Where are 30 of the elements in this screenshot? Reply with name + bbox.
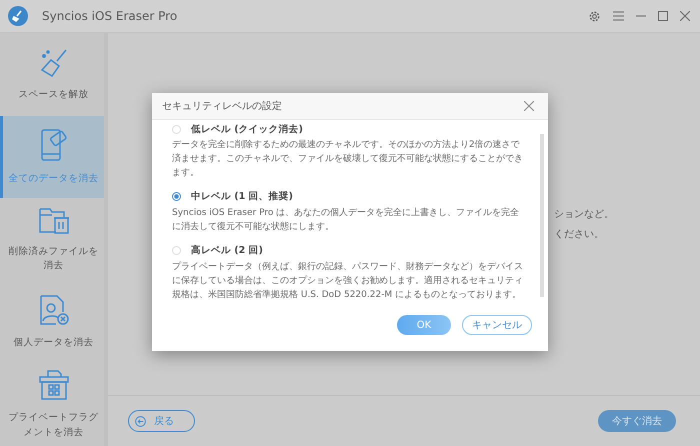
maximize-icon[interactable] xyxy=(658,11,668,21)
option-label: 高レベル (2 回) xyxy=(191,244,263,258)
ok-button[interactable]: OK xyxy=(397,315,451,335)
dialog-title: セキュリティレベルの設定 xyxy=(162,100,282,113)
sidebar-item[interactable]: 全てのデータを消去 xyxy=(0,116,104,198)
close-icon[interactable] xyxy=(680,11,690,21)
option-label: 中レベル (1 回、推奨) xyxy=(191,190,293,204)
option-label: 低レベル (クイック消去) xyxy=(191,122,303,136)
scrollbar[interactable] xyxy=(540,134,544,297)
cancel-button[interactable]: キャンセル xyxy=(462,315,532,335)
window-title: Syncios iOS Eraser Pro xyxy=(42,9,178,23)
option-description: Syncios iOS Eraser Pro は、あなたの個人データを完全に上書きし、ファイルを完全に消去して復元不可能な状態にします。 xyxy=(172,206,520,234)
option-description: データを完全に削除するための最速のチャネルです。そのほかの方法より2倍の速さで済ませます。このチャネルで、ファイルを破壊して復元不可能な状態にすることができます。 xyxy=(172,139,524,180)
fragment-box-icon xyxy=(38,369,70,402)
sidebar-item[interactable]: プライベートフラグメントを消去 xyxy=(0,363,104,446)
option-description: プライベートデータ（例えば、銀行の記録、パスワード、財務データなど）をデバイスに保存している場合は、このオプションを強くお勧めします。適用されるセキュリティ規格は、米国国防総省準拠規格 U.S. DoD 5220.22-M によるものとなっております。 xyxy=(172,260,524,302)
sidebar-item[interactable]: スペースを解放 xyxy=(0,33,104,116)
back-arrow-icon xyxy=(135,416,146,426)
description-text: ションなど。 xyxy=(554,208,615,221)
sidebar-item[interactable]: 個人データを消去 xyxy=(0,280,104,364)
description-text: ください。 xyxy=(554,228,605,241)
settings-icon[interactable] xyxy=(588,10,601,22)
person-document-icon xyxy=(38,294,68,326)
menu-icon[interactable] xyxy=(613,11,624,21)
radio-button[interactable] xyxy=(172,192,181,202)
sidebar-item[interactable]: 削除済みファイルを消去 xyxy=(0,198,104,281)
back-button[interactable]: 戻る xyxy=(128,410,195,432)
broom-logo-icon xyxy=(8,6,28,26)
close-icon[interactable] xyxy=(524,101,534,111)
erase-now-button[interactable]: 今すぐ消去 xyxy=(598,410,676,432)
